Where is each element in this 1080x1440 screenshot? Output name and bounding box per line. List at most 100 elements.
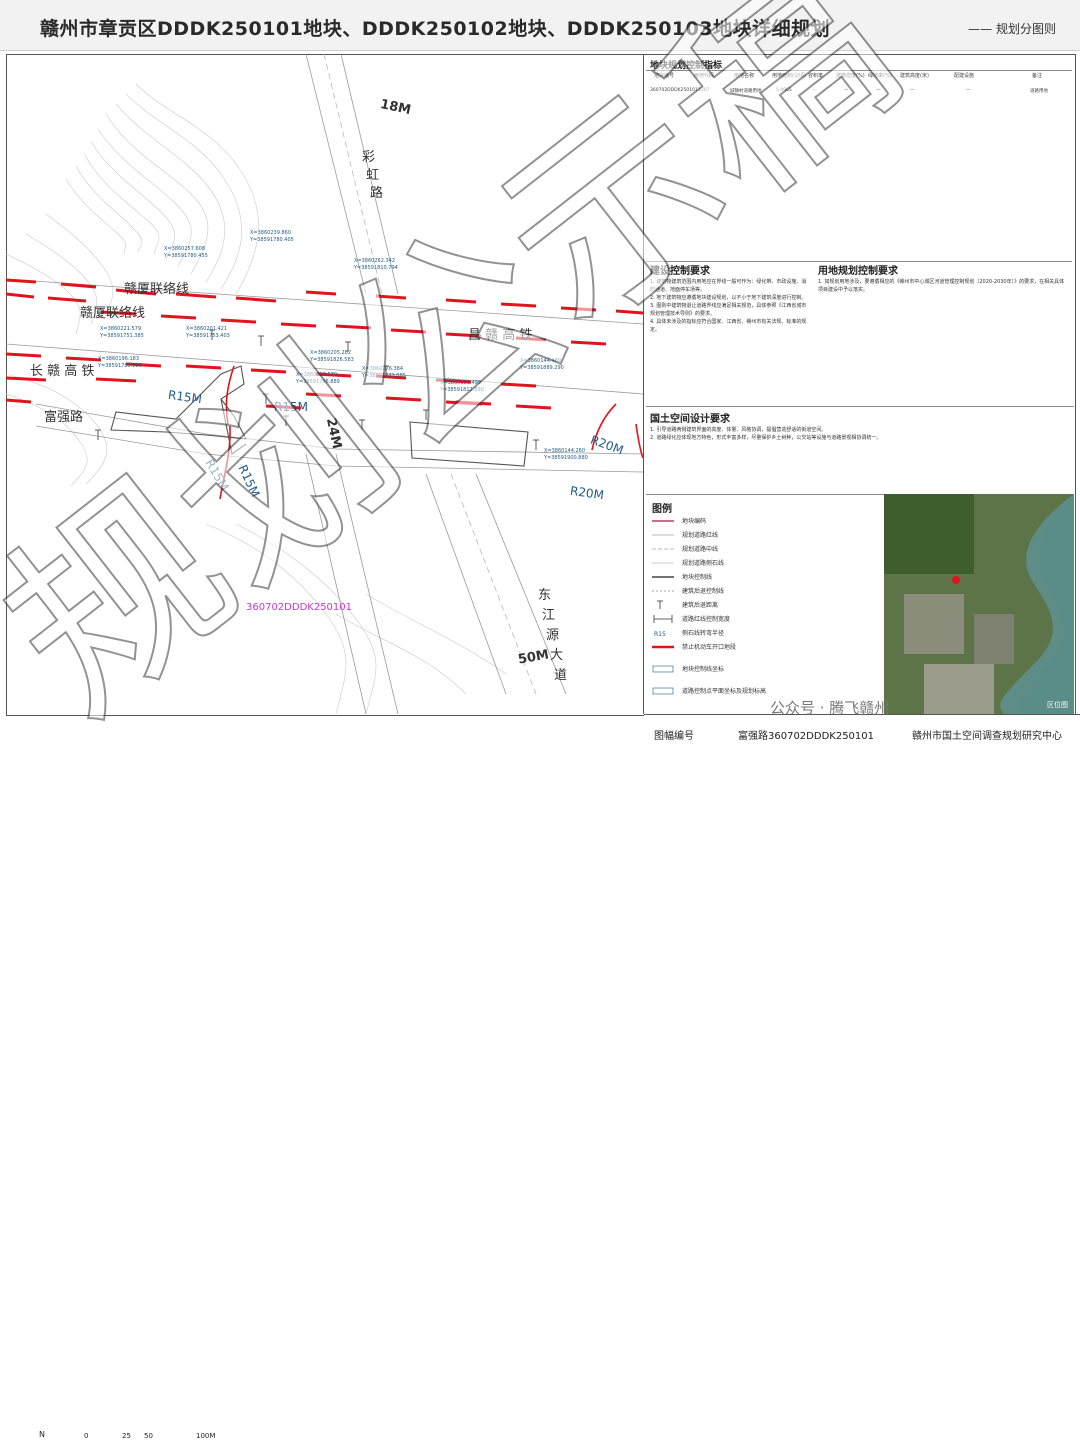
planning-map[interactable]: 18M 彩 虹 路 赣厦联络线 赣厦联络线 长 赣 高 铁 富强路 昌 赣 高 …	[6, 54, 644, 714]
build-control-notes: 1. 建筑物建筑范围内用地应在界线一般可作为：绿化带、市政设施、消防通道、地面停…	[650, 279, 807, 333]
table-cell: 360702DDDK250101	[650, 88, 698, 93]
ganxia-link-line-label-2: 赣厦联络线	[80, 306, 146, 321]
no-vehicle-opening-lines	[6, 278, 643, 410]
wechat-account-label: 公众号 · 腾飞赣州	[770, 699, 890, 717]
legend-item: 建筑后退控制线	[652, 584, 872, 598]
coordinate-label: X=3860201.421 Y=38591753.403	[186, 326, 230, 339]
legend-item: 地块控制线	[652, 570, 872, 584]
setback-line-symbol	[652, 590, 674, 592]
table-cell: 1207	[698, 88, 710, 93]
table-cell: —	[910, 88, 915, 93]
dongjiangyuan-avenue-char-1: 东	[538, 588, 552, 603]
coordinate-label: X=3860196.183 Y=38591785.586	[98, 356, 142, 369]
table-cell: —	[844, 88, 849, 93]
red-line-symbol	[652, 534, 674, 536]
map-footer: N 0 25 50 100M	[0, 714, 644, 1440]
coordinate-label: X=3860205.282 Y=38591826.583	[310, 350, 354, 363]
caihong-road-char-3: 路	[370, 186, 384, 201]
table-header-cell: 地块编号	[654, 73, 675, 79]
table-header-cell: 绿地率(%)	[868, 73, 892, 79]
organization-name: 赣州市国土空间调查规划研究中心	[912, 731, 1062, 742]
coordinate-label: X=3860176.384 Y=38591842.085	[362, 366, 406, 379]
coordinate-label: X=3860257.608 Y=38591780.455	[164, 246, 208, 259]
dongjiangyuan-avenue-char-4: 大	[550, 648, 564, 663]
locator-map-label: 区位图	[1047, 701, 1068, 709]
sheet-number-value: 富强路360702DDDK250101	[738, 731, 875, 742]
svg-text:R15: R15	[654, 631, 666, 638]
table-header-cell: 建筑密度(%)	[836, 73, 865, 79]
table-cell: 道路用地	[1030, 89, 1048, 94]
table-cell: —	[876, 88, 881, 93]
land-control-notes: 1. 如规划用地涉及，要遵循相应的《赣州市中心城区河道管理控制规划（2020-2…	[818, 279, 1065, 293]
table-row: 360702DDDK250101 1207 城镇村道路用地 5.4965 — —…	[648, 88, 1072, 98]
north-arrow-icon: N	[39, 1430, 45, 1439]
dongjiangyuan-avenue-char-3: 源	[546, 628, 560, 643]
space-design-title: 国土空间设计要求	[650, 414, 730, 425]
title-bar: 赣州市章贡区DDDK250101地块、DDDK250102地块、DDDK2501…	[0, 0, 1080, 51]
dongjiangyuan-avenue-char-2: 江	[542, 608, 556, 623]
legend-title: 图例	[652, 504, 672, 515]
coordinate-label: X=3860239.860 Y=38591780.405	[250, 230, 294, 243]
table-header-cell: 建筑高度(米)	[900, 73, 929, 79]
control-line-symbol	[652, 576, 674, 578]
road-radius-r15m-b: R15M	[274, 400, 308, 414]
fuqiang-road-label: 富强路	[44, 410, 84, 425]
caihong-road-char-1: 彩	[362, 150, 376, 165]
legend-item: 禁止机动车开口地段	[652, 640, 872, 654]
coordinate-label: X=3860144.489 Y=38591889.290	[520, 358, 564, 371]
locator-map-graphic	[884, 494, 1074, 714]
road-width-symbol	[653, 615, 673, 623]
legend-item: 地块编码	[652, 514, 872, 528]
parcel-code-label[interactable]: 360702DDDK250101	[246, 602, 352, 613]
no-opening-symbol	[652, 645, 674, 649]
legend-item: 道路控制点平面坐标及规划标高	[652, 684, 872, 698]
table-cell: —	[812, 88, 817, 93]
sheet-type-label: —— 规划分图则	[968, 22, 1056, 36]
coordinate-label: X=3860217.579 Y=38591796.889	[296, 372, 340, 385]
divider	[646, 406, 1074, 407]
legend-item: 规划道路侧石线	[652, 556, 872, 570]
land-control-title: 用地规划控制要求	[818, 266, 898, 277]
coordinate-label: X=3860221.579 Y=38591751.385	[100, 326, 144, 339]
coordinate-symbol	[652, 665, 674, 673]
table-cell: —	[966, 88, 971, 93]
centerline-symbol	[652, 548, 674, 550]
turn-radius-symbol: R15	[654, 631, 666, 638]
scale-tick: 100M	[196, 1432, 216, 1440]
locator-map[interactable]: 区位图	[884, 494, 1074, 714]
table-header-cell: 用地代码	[694, 73, 715, 79]
legend-item: 道路红线控制宽度	[652, 612, 872, 626]
legend-item: 规划道路中线	[652, 542, 872, 556]
table-header-cell: 用地面积(公顷)	[772, 73, 806, 79]
parcel-code-symbol	[652, 520, 674, 522]
ganxia-link-line-label-1: 赣厦联络线	[124, 282, 190, 297]
table-header-row: 地块编号 用地代码 用地名称 用地面积(公顷) 容积率 建筑密度(%) 绿地率(…	[648, 72, 1072, 84]
space-design-notes: 1. 引导道路两侧建筑界面的高度、体量、风格协调，提倡营造舒适的街道空间。 2.…	[650, 427, 882, 441]
build-control-title: 建设控制要求	[650, 266, 710, 277]
coordinate-label: X=3860262.342 Y=38591810.794	[354, 258, 398, 271]
legend-item: 规划道路红线	[652, 528, 872, 542]
scale-tick: 25	[122, 1432, 131, 1440]
control-point-symbol	[652, 687, 674, 695]
legend-item: 地块控制线坐标	[652, 662, 872, 676]
table-header-cell: 用地名称	[734, 73, 755, 79]
coordinate-label: X=3860150.499 Y=38591812.890	[440, 380, 484, 393]
legend-item: R15 侧石线转弯半径	[654, 630, 725, 638]
coordinate-label: X=3860144.260 Y=38591900.880	[544, 448, 588, 461]
sheet-number-label: 图幅编号	[654, 731, 694, 742]
changgan-hsr-label-east: 昌 赣 高 铁	[468, 328, 533, 343]
table-header-cell: 容积率	[808, 73, 824, 79]
table-cell: 5.4965	[776, 88, 792, 93]
terrain-contours	[6, 83, 507, 714]
curb-line-symbol	[652, 562, 674, 564]
dongjiangyuan-avenue-char-5: 道	[554, 668, 568, 683]
title-block: 图幅编号 富强路360702DDDK250101 赣州市国土空间调查规划研究中心	[644, 714, 1080, 755]
table-header-cell: 备注	[1032, 73, 1043, 79]
scale-tick: 50	[144, 1432, 153, 1440]
scale-tick: 0	[84, 1432, 89, 1440]
changgan-hsr-label: 长 赣 高 铁	[30, 364, 95, 379]
setback-distance-symbol	[657, 600, 663, 609]
legend-item: 建筑后退距离	[652, 598, 872, 612]
table-cell: 城镇村道路用地	[730, 89, 762, 94]
table-header-cell: 配建设施	[954, 73, 975, 79]
